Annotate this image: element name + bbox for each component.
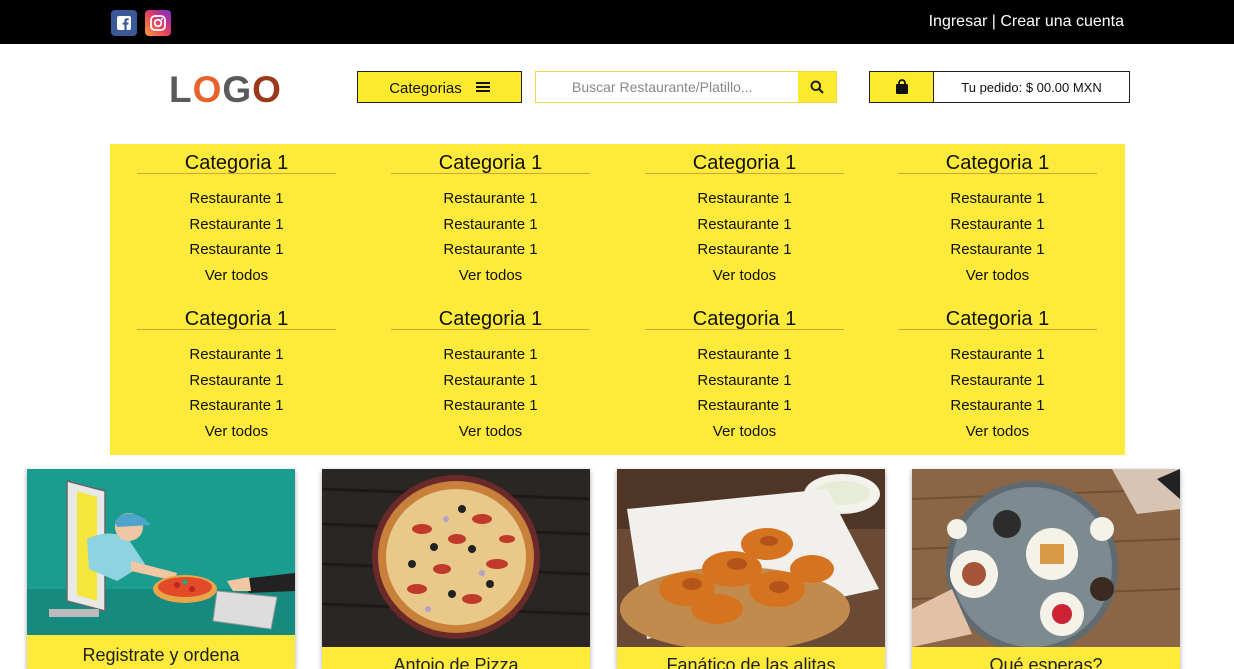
restaurant-link[interactable]: Restaurante 1 (898, 237, 1097, 263)
restaurant-link[interactable]: Restaurante 1 (898, 393, 1097, 419)
restaurant-link[interactable]: Restaurante 1 (391, 368, 590, 394)
card-caption: Antojo de Pizza (322, 647, 590, 669)
restaurant-link[interactable]: Restaurante 1 (645, 393, 844, 419)
restaurant-link[interactable]: Restaurante 1 (137, 393, 336, 419)
restaurant-link[interactable]: Restaurante 1 (137, 186, 336, 212)
category-column: Categoria 1 Restaurante 1 Restaurante 1 Res… (137, 300, 336, 444)
category-column: Categoria 1 Restaurante 1 Restaurante 1 Res… (898, 144, 1097, 288)
card-caption: Qué esperas? (912, 647, 1180, 669)
restaurant-link[interactable]: Restaurante 1 (137, 342, 336, 368)
category-column: Categoria 1 Restaurante 1 Restaurante 1 Res… (391, 144, 590, 288)
category-column: Categoria 1 Restaurante 1 Restaurante 1 Res… (391, 300, 590, 444)
category-title[interactable]: Categoria 1 (645, 144, 844, 174)
breakfast-table-photo-icon (912, 469, 1180, 647)
see-all-link[interactable]: Ver todos (391, 263, 590, 289)
restaurant-link[interactable]: Restaurante 1 (645, 212, 844, 238)
search-icon (810, 80, 824, 94)
site-logo[interactable]: LOGO (169, 70, 282, 110)
instagram-icon[interactable] (145, 10, 171, 36)
promo-card-wings[interactable]: Fanático de las alitas (617, 469, 885, 669)
cart-total[interactable]: Tu pedido: $ 00.00 MXN (933, 71, 1130, 103)
shopping-bag-icon (895, 79, 908, 94)
restaurant-link[interactable]: Restaurante 1 (645, 342, 844, 368)
category-title[interactable]: Categoria 1 (137, 300, 336, 330)
category-column: Categoria 1 Restaurante 1 Restaurante 1 Res… (898, 300, 1097, 444)
search-bar (535, 71, 837, 103)
see-all-link[interactable]: Ver todos (898, 419, 1097, 445)
restaurant-link[interactable]: Restaurante 1 (391, 186, 590, 212)
see-all-link[interactable]: Ver todos (391, 419, 590, 445)
category-column: Categoria 1 Restaurante 1 Restaurante 1 Res… (645, 144, 844, 288)
search-input[interactable] (536, 72, 798, 102)
see-all-link[interactable]: Ver todos (645, 263, 844, 289)
restaurant-link[interactable]: Restaurante 1 (898, 342, 1097, 368)
restaurant-link[interactable]: Restaurante 1 (645, 368, 844, 394)
pizza-photo-icon (322, 469, 590, 647)
restaurant-link[interactable]: Restaurante 1 (137, 212, 336, 238)
restaurant-link[interactable]: Restaurante 1 (391, 393, 590, 419)
cart-button[interactable] (869, 71, 934, 103)
restaurant-link[interactable]: Restaurante 1 (137, 237, 336, 263)
top-bar: Ingresar | Crear una cuenta (0, 0, 1234, 44)
restaurant-link[interactable]: Restaurante 1 (898, 368, 1097, 394)
restaurant-link[interactable]: Restaurante 1 (391, 237, 590, 263)
see-all-link[interactable]: Ver todos (137, 419, 336, 445)
category-title[interactable]: Categoria 1 (898, 300, 1097, 330)
hamburger-icon (475, 80, 490, 97)
see-all-link[interactable]: Ver todos (898, 263, 1097, 289)
category-title[interactable]: Categoria 1 (137, 144, 336, 174)
login-link[interactable]: Ingresar (929, 13, 988, 30)
category-title[interactable]: Categoria 1 (391, 300, 590, 330)
register-link[interactable]: Crear una cuenta (1000, 13, 1124, 30)
see-all-link[interactable]: Ver todos (137, 263, 336, 289)
category-title[interactable]: Categoria 1 (898, 144, 1097, 174)
delivery-illustration-icon (27, 469, 295, 647)
category-title[interactable]: Categoria 1 (645, 300, 844, 330)
category-title[interactable]: Categoria 1 (391, 144, 590, 174)
restaurant-link[interactable]: Restaurante 1 (137, 368, 336, 394)
restaurant-link[interactable]: Restaurante 1 (898, 212, 1097, 238)
chicken-wings-photo-icon (617, 469, 885, 647)
card-caption: Registrate y ordena (27, 635, 295, 669)
restaurant-link[interactable]: Restaurante 1 (645, 237, 844, 263)
promo-card-pizza[interactable]: Antojo de Pizza (322, 469, 590, 669)
promo-card-register[interactable]: Registrate y ordena (27, 469, 295, 669)
card-caption: Fanático de las alitas (617, 647, 885, 669)
promo-card-breakfast[interactable]: Qué esperas? (912, 469, 1180, 669)
category-column: Categoria 1 Restaurante 1 Restaurante 1 Res… (137, 144, 336, 288)
facebook-icon[interactable] (111, 10, 137, 36)
categories-button-label: Categorias (389, 80, 462, 97)
auth-links: Ingresar | Crear una cuenta (929, 13, 1124, 31)
categories-button[interactable]: Categorias (357, 71, 522, 103)
categories-panel: Categoria 1 Restaurante 1 Restaurante 1 Res… (110, 144, 1125, 455)
restaurant-link[interactable]: Restaurante 1 (391, 342, 590, 368)
category-column: Categoria 1 Restaurante 1 Restaurante 1 Res… (645, 300, 844, 444)
auth-separator: | (991, 13, 996, 30)
see-all-link[interactable]: Ver todos (645, 419, 844, 445)
search-button[interactable] (798, 72, 836, 102)
restaurant-link[interactable]: Restaurante 1 (898, 186, 1097, 212)
restaurant-link[interactable]: Restaurante 1 (391, 212, 590, 238)
restaurant-link[interactable]: Restaurante 1 (645, 186, 844, 212)
